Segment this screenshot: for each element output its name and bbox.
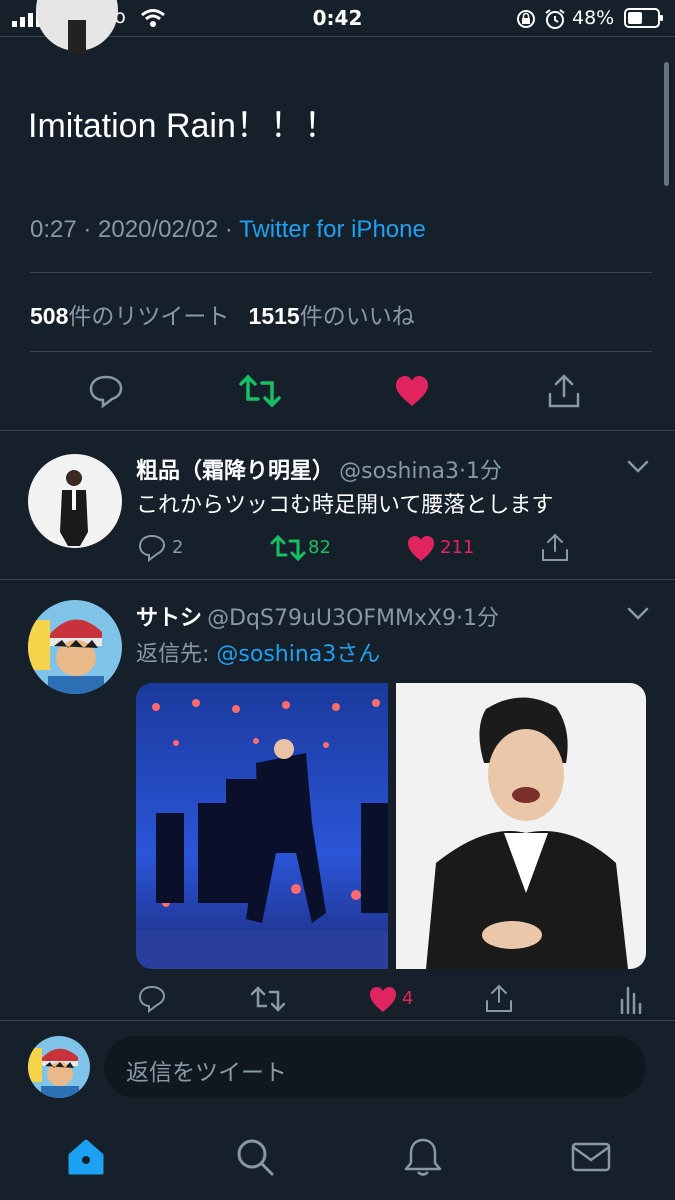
like-label: 件のいいね [299,303,415,329]
reply-author-name[interactable]: 粗品（霜降り明星） [136,459,334,484]
reply-to-mention[interactable]: @soshina3さん [216,642,380,667]
rotation-lock-icon [517,10,535,28]
media-image-stage[interactable] [136,683,388,969]
scrollbar[interactable] [664,62,669,186]
search-icon[interactable] [233,1135,277,1179]
like-count: 211 [440,537,475,558]
retweet-count: 82 [308,537,331,558]
divider [0,1020,675,1021]
heart-icon[interactable] [368,985,398,1013]
home-icon[interactable] [64,1135,108,1179]
reply-time: 1分 [465,459,502,484]
reply-to-line: 返信先: @soshina3さん [136,636,380,668]
share-icon[interactable] [546,372,582,410]
reply-count: 2 [172,537,184,558]
meta-separator: · [218,216,240,243]
reply-time: 1分 [463,606,500,631]
reply-author-name[interactable]: サトシ [136,606,202,631]
notifications-icon[interactable] [401,1135,445,1179]
analytics-icon[interactable] [618,984,642,1014]
share-icon[interactable] [484,982,514,1014]
alarm-icon [545,9,565,29]
like-count: 1515 [248,303,300,329]
reply-header: サトシ @DqS79uU3OFMMxX9·1分 [136,600,499,632]
reply-avatar[interactable] [28,600,122,694]
tweet-client[interactable]: Twitter for iPhone [239,216,426,243]
battery-icon [624,8,663,28]
user-avatar[interactable] [28,1036,90,1098]
battery-percentage: 48% [572,7,615,29]
reply-input[interactable]: 返信をツイート [104,1036,646,1098]
chevron-down-icon[interactable] [626,606,650,622]
retweet-label: 件のリツイート [68,303,230,329]
heart-icon[interactable] [394,374,430,408]
retweet-count: 508 [30,303,69,329]
tweet-meta: 0:27 · 2020/02/02 · Twitter for iPhone [30,216,426,244]
likes-stat[interactable]: 1515件のいいね [249,303,415,329]
author-avatar-image [36,0,118,54]
reply-author-handle[interactable]: @DqS79uU3OFMMxX9 [207,606,456,631]
retweet-icon[interactable] [238,371,282,411]
retweets-stat[interactable]: 508件のリツイート [30,303,229,329]
retweet-icon[interactable] [250,984,286,1014]
reply-icon[interactable] [137,984,167,1014]
meta-separator: · [456,606,464,631]
tweet-date: 2020/02/02 [98,216,219,243]
reply-icon[interactable] [137,533,167,563]
reply-tweet[interactable]: 粗品（霜降り明星） @soshina3·1分 これからツッコむ時足開いて腰落とし… [0,431,675,579]
reply-header: 粗品（霜降り明星） @soshina3·1分 [136,453,502,485]
like-count: 4 [402,988,414,1009]
tweet-text: Imitation Rain！！！ [28,107,338,145]
reply-input-placeholder: 返信をツイート [126,1060,287,1086]
divider [30,351,652,352]
reply-icon[interactable] [88,373,124,409]
reply-tweet[interactable]: サトシ @DqS79uU3OFMMxX9·1分 返信先: @soshina3さん [0,580,675,1020]
reply-author-handle[interactable]: @soshina3 [339,459,459,484]
divider [30,272,652,273]
reply-text: これからツッコむ時足開いて腰落とします [136,493,554,518]
chevron-down-icon[interactable] [626,459,650,475]
reply-to-label: 返信先: [136,642,217,667]
media-grid[interactable] [136,683,646,969]
author-avatar[interactable] [36,0,118,54]
media-gutter [388,683,396,969]
meta-separator: · [458,459,466,484]
reply-avatar[interactable] [28,454,122,548]
retweet-icon[interactable] [270,533,306,563]
tab-bar [0,1115,675,1200]
share-icon[interactable] [540,531,570,563]
heart-icon[interactable] [406,534,436,562]
messages-icon[interactable] [569,1135,613,1179]
tweet-time: 0:27 [30,216,77,243]
meta-separator: · [76,216,99,243]
media-image-portrait[interactable] [396,683,646,969]
tweet-stats: 508件のリツイート 1515件のいいね [30,297,415,331]
